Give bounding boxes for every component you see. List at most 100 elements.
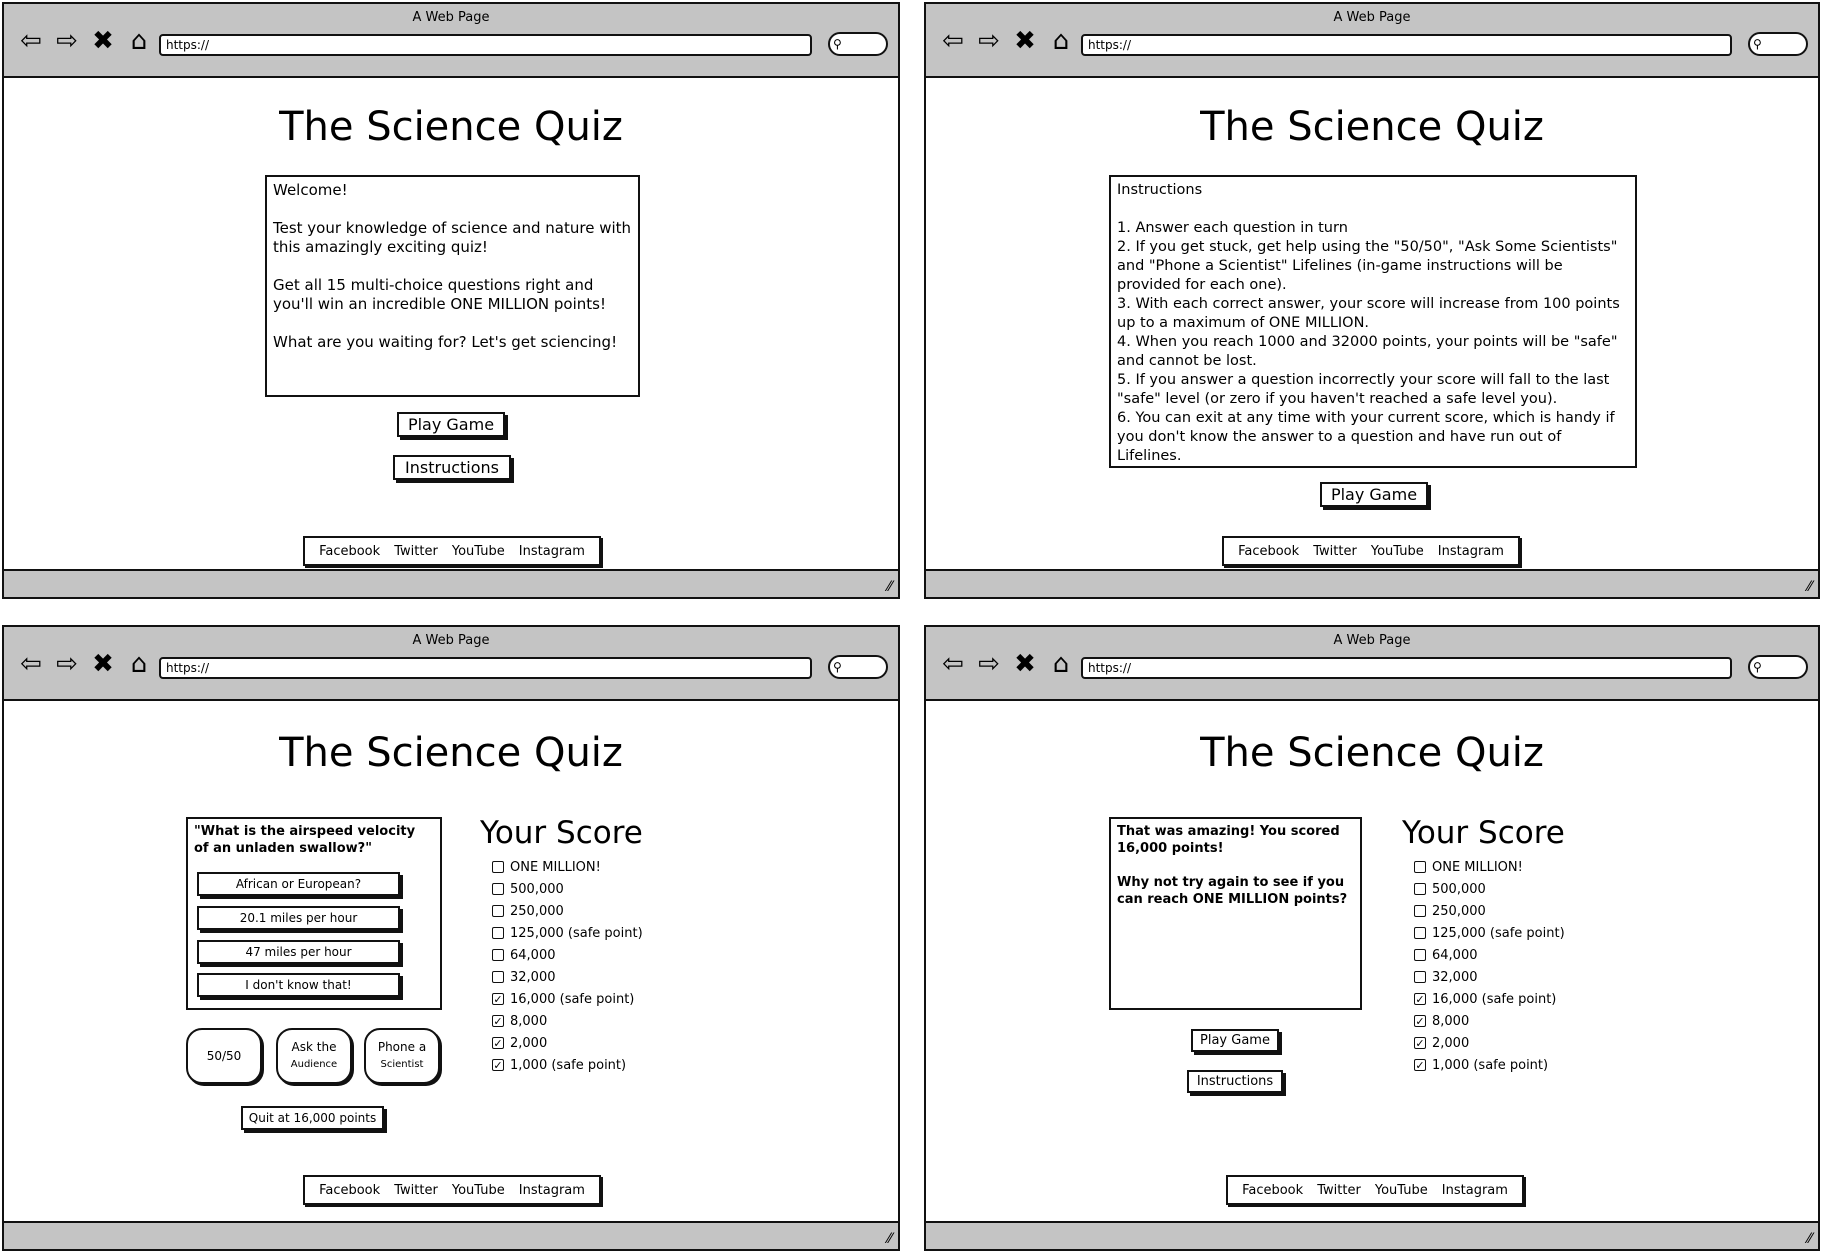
score-level-label: 500,000 — [510, 881, 564, 897]
play-game-button[interactable]: Play Game — [1191, 1029, 1279, 1052]
footer-link-instagram[interactable]: Instagram — [519, 544, 585, 559]
answer-button[interactable]: 20.1 miles per hour — [197, 906, 400, 930]
footer-link-facebook[interactable]: Facebook — [319, 544, 380, 559]
score-checkbox — [492, 927, 504, 939]
footer-link-youtube[interactable]: YouTube — [1371, 544, 1424, 559]
score-level-label: 250,000 — [510, 903, 564, 919]
score-checkbox — [492, 861, 504, 873]
score-level-label: 8,000 — [510, 1013, 548, 1029]
window-title: A Web Page — [1333, 10, 1411, 25]
forward-icon[interactable]: ⇨ — [52, 649, 82, 679]
forward-icon[interactable]: ⇨ — [974, 26, 1004, 56]
footer-link-instagram[interactable]: Instagram — [1438, 544, 1504, 559]
address-bar[interactable]: https:// — [1081, 657, 1732, 679]
resize-grip-icon[interactable]: ⁄⁄ — [887, 1231, 892, 1247]
score-level: ONE MILLION! — [492, 856, 643, 878]
score-checkbox: ✓ — [492, 1037, 504, 1050]
score-level-label: 16,000 (safe point) — [510, 991, 635, 1007]
score-checkbox — [1414, 861, 1426, 873]
page-title: The Science Quiz — [1200, 730, 1544, 776]
lifeline-label: 50/50 — [206, 1048, 242, 1063]
home-icon[interactable]: ⌂ — [124, 26, 154, 56]
address-bar[interactable]: https:// — [159, 34, 812, 56]
status-bar: ⁄⁄ — [4, 569, 898, 597]
back-icon[interactable]: ⇦ — [938, 26, 968, 56]
address-bar[interactable]: https:// — [1081, 34, 1732, 56]
fifty-fifty-lifeline-button[interactable]: 50/50 — [186, 1028, 262, 1084]
back-icon[interactable]: ⇦ — [16, 26, 46, 56]
score-checkbox: ✓ — [492, 1015, 504, 1028]
ask-audience-lifeline-button[interactable]: Ask the Audience — [276, 1028, 352, 1084]
score-level: ✓ 8,000 — [492, 1010, 643, 1032]
close-icon[interactable]: ✖ — [88, 26, 118, 56]
page-title: The Science Quiz — [279, 104, 623, 150]
footer-link-youtube[interactable]: YouTube — [452, 544, 505, 559]
footer-link-instagram[interactable]: Instagram — [1442, 1183, 1508, 1198]
footer-link-twitter[interactable]: Twitter — [1313, 544, 1357, 559]
footer-links: Facebook Twitter YouTube Instagram — [1226, 1175, 1524, 1205]
resize-grip-icon[interactable]: ⁄⁄ — [1807, 579, 1812, 595]
window-result: A Web Page ⇦ ⇨ ✖ ⌂ https:// ⚲ The Scienc… — [924, 625, 1820, 1251]
resize-grip-icon[interactable]: ⁄⁄ — [1807, 1231, 1812, 1247]
lifeline-sublabel: Audience — [290, 1059, 338, 1070]
score-level-label: 1,000 (safe point) — [510, 1057, 627, 1073]
resize-grip-icon[interactable]: ⁄⁄ — [887, 579, 892, 595]
score-checkbox — [1414, 905, 1426, 917]
footer-link-facebook[interactable]: Facebook — [319, 1183, 380, 1198]
window-title: A Web Page — [412, 10, 490, 25]
search-field[interactable]: ⚲ — [1748, 32, 1808, 56]
play-game-button[interactable]: Play Game — [1320, 482, 1428, 507]
close-icon[interactable]: ✖ — [88, 649, 118, 679]
phone-scientist-lifeline-button[interactable]: Phone a Scientist — [364, 1028, 440, 1084]
browser-toolbar: A Web Page ⇦ ⇨ ✖ ⌂ https:// ⚲ — [4, 4, 898, 78]
instruction-item: 5. If you answer a question incorrectly … — [1117, 372, 1610, 407]
footer-link-twitter[interactable]: Twitter — [1317, 1183, 1361, 1198]
home-icon[interactable]: ⌂ — [1046, 26, 1076, 56]
score-level-label: 125,000 (safe point) — [510, 925, 643, 941]
browser-toolbar: A Web Page ⇦ ⇨ ✖ ⌂ https:// ⚲ — [4, 627, 898, 701]
close-icon[interactable]: ✖ — [1010, 26, 1040, 56]
footer-link-youtube[interactable]: YouTube — [452, 1183, 505, 1198]
instructions-heading: Instructions — [1117, 182, 1203, 198]
score-checkbox — [1414, 883, 1426, 895]
instructions-button[interactable]: Instructions — [1187, 1070, 1283, 1093]
answer-button[interactable]: African or European? — [197, 872, 400, 896]
search-field[interactable]: ⚲ — [828, 655, 888, 679]
score-level: ✓ 2,000 — [492, 1032, 643, 1054]
forward-icon[interactable]: ⇨ — [52, 26, 82, 56]
score-level: ✓ 1,000 (safe point) — [492, 1054, 643, 1076]
score-checkbox — [1414, 949, 1426, 961]
score-level: ✓ 16,000 (safe point) — [1414, 988, 1565, 1010]
quit-button[interactable]: Quit at 16,000 points — [241, 1106, 384, 1130]
score-level: 250,000 — [492, 900, 643, 922]
score-level-label: 64,000 — [510, 947, 556, 963]
score-level: 125,000 (safe point) — [1414, 922, 1565, 944]
close-icon[interactable]: ✖ — [1010, 649, 1040, 679]
play-game-button[interactable]: Play Game — [397, 412, 505, 437]
footer-link-facebook[interactable]: Facebook — [1238, 544, 1299, 559]
footer-link-youtube[interactable]: YouTube — [1375, 1183, 1428, 1198]
search-field[interactable]: ⚲ — [1748, 655, 1808, 679]
answer-button[interactable]: 47 miles per hour — [197, 940, 400, 964]
welcome-text-1: Test your knowledge of science and natur… — [273, 219, 632, 256]
home-icon[interactable]: ⌂ — [124, 649, 154, 679]
search-field[interactable]: ⚲ — [828, 32, 888, 56]
back-icon[interactable]: ⇦ — [938, 649, 968, 679]
instructions-button[interactable]: Instructions — [393, 455, 511, 480]
forward-icon[interactable]: ⇨ — [974, 649, 1004, 679]
score-level: 500,000 — [492, 878, 643, 900]
footer-link-twitter[interactable]: Twitter — [394, 1183, 438, 1198]
footer-link-facebook[interactable]: Facebook — [1242, 1183, 1303, 1198]
browser-toolbar: A Web Page ⇦ ⇨ ✖ ⌂ https:// ⚲ — [926, 627, 1818, 701]
search-icon: ⚲ — [1753, 660, 1762, 674]
footer-link-instagram[interactable]: Instagram — [519, 1183, 585, 1198]
back-icon[interactable]: ⇦ — [16, 649, 46, 679]
score-ladder: ONE MILLION! 500,000 250,000 125,000 (sa… — [492, 856, 643, 1076]
footer-link-twitter[interactable]: Twitter — [394, 544, 438, 559]
score-level-label: 16,000 (safe point) — [1432, 991, 1557, 1007]
score-checkbox: ✓ — [492, 993, 504, 1006]
address-bar[interactable]: https:// — [159, 657, 812, 679]
home-icon[interactable]: ⌂ — [1046, 649, 1076, 679]
score-level-label: 250,000 — [1432, 903, 1486, 919]
answer-button[interactable]: I don't know that! — [197, 973, 400, 997]
